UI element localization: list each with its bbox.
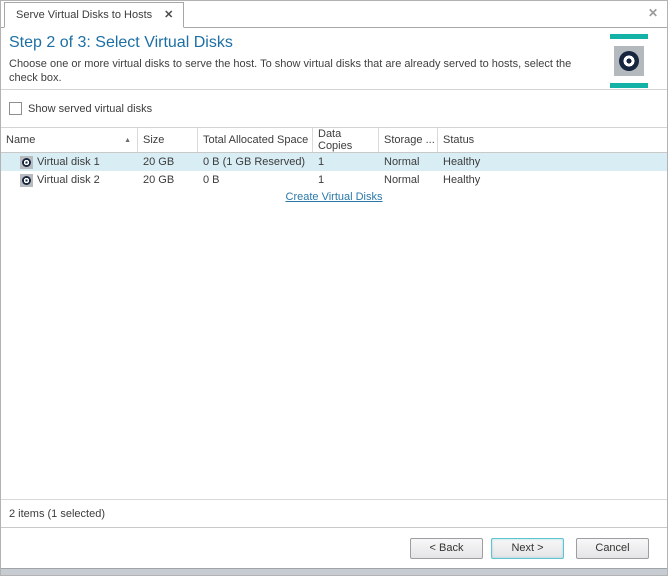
cell-data-copies: 1 (313, 156, 379, 168)
panel-close-icon[interactable]: ✕ (648, 7, 658, 19)
cell-allocated: 0 B (1 GB Reserved) (198, 156, 313, 168)
cell-size: 20 GB (138, 156, 198, 168)
cell-name: Virtual disk 1 (1, 156, 138, 169)
column-header-name[interactable]: Name ▲ (1, 128, 138, 152)
table-row-virtual-disk-1[interactable]: Virtual disk 1 20 GB 0 B (1 GB Reserved)… (1, 153, 667, 171)
virtual-disk-row-icon (20, 174, 33, 187)
table-header: Name ▲ Size Total Allocated Space Data C… (1, 127, 667, 153)
back-button[interactable]: < Back (410, 538, 483, 559)
cancel-button[interactable]: Cancel (576, 538, 649, 559)
cell-data-copies: 1 (313, 174, 379, 186)
tab-title: Serve Virtual Disks to Hosts (16, 9, 152, 21)
create-link-row: Create Virtual Disks (1, 189, 667, 209)
cell-status: Healthy (438, 156, 667, 168)
cell-status: Healthy (438, 174, 667, 186)
column-header-status[interactable]: Status (438, 128, 667, 152)
virtual-disk-icon (609, 34, 649, 89)
table-empty-area (1, 209, 667, 499)
virtual-disk-icon-top-bar (610, 34, 648, 39)
wizard-header-text: Step 2 of 3: Select Virtual Disks Choose… (9, 34, 609, 89)
cell-storage: Normal (379, 174, 438, 186)
tab-close-icon[interactable]: ✕ (164, 10, 173, 21)
tab-bar: Serve Virtual Disks to Hosts ✕ ✕ (1, 1, 667, 28)
next-button[interactable]: Next > (491, 538, 564, 559)
cell-name: Virtual disk 2 (1, 174, 138, 187)
column-header-size[interactable]: Size (138, 128, 198, 152)
column-header-name-label: Name (6, 134, 35, 146)
tab-serve-virtual-disks[interactable]: Serve Virtual Disks to Hosts ✕ (4, 2, 184, 28)
cell-size: 20 GB (138, 174, 198, 186)
wizard-header: Step 2 of 3: Select Virtual Disks Choose… (1, 28, 667, 89)
virtual-disk-icon-bottom-bar (610, 83, 648, 88)
button-bar: < Back Next > Cancel (1, 528, 667, 568)
show-served-label[interactable]: Show served virtual disks (28, 103, 152, 115)
sort-ascending-icon: ▲ (124, 137, 131, 144)
virtual-disk-icon-platter (614, 46, 644, 76)
page-title: Step 2 of 3: Select Virtual Disks (9, 34, 595, 52)
table-row-virtual-disk-2[interactable]: Virtual disk 2 20 GB 0 B 1 Normal Health… (1, 171, 667, 189)
cell-storage: Normal (379, 156, 438, 168)
column-header-total-allocated-space[interactable]: Total Allocated Space (198, 128, 313, 152)
cell-allocated: 0 B (198, 174, 313, 186)
show-served-checkbox[interactable] (9, 102, 22, 115)
window-bottom-edge (1, 568, 667, 575)
virtual-disk-icon-spindle (619, 51, 639, 71)
serve-virtual-disks-dialog: Serve Virtual Disks to Hosts ✕ ✕ Step 2 … (0, 0, 668, 576)
column-header-storage[interactable]: Storage ... (379, 128, 438, 152)
page-description: Choose one or more virtual disks to serv… (9, 57, 595, 85)
status-bar: 2 items (1 selected) (1, 499, 667, 528)
column-header-data-copies[interactable]: Data Copies (313, 128, 379, 152)
items-count-text: 2 items (1 selected) (9, 508, 105, 520)
filter-row: Show served virtual disks (1, 90, 667, 127)
virtual-disk-row-icon (20, 156, 33, 169)
create-virtual-disks-link[interactable]: Create Virtual Disks (286, 191, 383, 203)
